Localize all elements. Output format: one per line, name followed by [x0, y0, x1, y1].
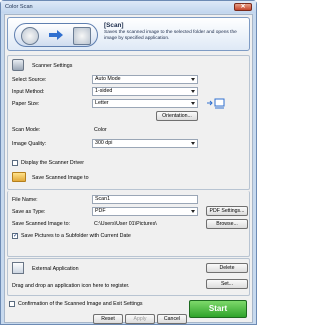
scan-header-panel: [Scan] Saves the scanned image to the se…: [7, 17, 250, 51]
paper-size-value: Letter: [95, 100, 109, 106]
folder-icon: [12, 172, 26, 182]
external-application-section: External Application Delete Drag and dro…: [7, 258, 250, 296]
set-button[interactable]: Set...: [206, 279, 248, 289]
header-description: Saves the scanned image to the selected …: [104, 30, 237, 41]
scanner-settings-icon: [12, 59, 24, 71]
display-driver-label: Display the Scanner Driver: [21, 160, 84, 166]
display-driver-checkbox[interactable]: [12, 160, 18, 166]
scan-flow-graphic: [14, 23, 98, 47]
header-title: [Scan]: [104, 22, 124, 29]
subfolder-date-label: Save Pictures to a Subfolder with Curren…: [21, 233, 131, 239]
dialog-body: [Scan] Saves the scanned image to the se…: [4, 14, 253, 324]
select-source-value: Auto Mode: [95, 76, 121, 82]
app-window-icon: [73, 27, 91, 45]
paper-size-dropdown[interactable]: Letter: [92, 99, 198, 108]
scanner-icon: [21, 27, 39, 45]
external-app-drop-zone[interactable]: Drag and drop an application icon here t…: [12, 283, 130, 289]
input-method-label: Input Method:: [12, 89, 45, 95]
chevron-down-icon: [191, 102, 195, 105]
subfolder-date-checkbox[interactable]: [12, 232, 18, 239]
external-app-heading: External Application: [32, 266, 79, 272]
delete-button[interactable]: Delete: [206, 263, 248, 273]
start-button[interactable]: Start: [189, 300, 247, 318]
cancel-button[interactable]: Cancel: [157, 314, 187, 324]
title-bar: Color Scan ✕: [1, 1, 256, 13]
close-button[interactable]: ✕: [234, 3, 252, 11]
chevron-down-icon: [191, 90, 195, 93]
save-as-type-label: Save as Type:: [12, 209, 46, 215]
external-app-icon: [12, 262, 24, 274]
scanner-settings-section: Scanner Settings Select Source: Auto Mod…: [7, 55, 250, 190]
select-source-dropdown[interactable]: Auto Mode: [92, 75, 198, 84]
save-to-label: Save Scanned Image to:: [12, 221, 71, 227]
file-name-input[interactable]: Scan1: [92, 195, 198, 204]
confirmation-label: Confirmation of the Scanned Image and Ex…: [18, 301, 143, 307]
scan-mode-value: Color: [94, 127, 107, 133]
paper-size-label: Paper Size:: [12, 101, 40, 107]
reset-button[interactable]: Reset: [93, 314, 123, 324]
save-as-type-dropdown[interactable]: PDF: [92, 207, 198, 216]
image-quality-dropdown[interactable]: 300 dpi: [92, 139, 198, 148]
input-method-dropdown[interactable]: 1-sided: [92, 87, 198, 96]
apply-button[interactable]: Apply: [125, 314, 155, 324]
save-settings-section: File Name: Scan1 Save as Type: PDF PDF S…: [7, 191, 250, 257]
orientation-button[interactable]: Orientation...: [156, 111, 198, 121]
image-quality-value: 300 dpi: [95, 140, 113, 146]
browse-button[interactable]: Browse...: [206, 219, 248, 229]
paper-orientation-icon: [207, 98, 225, 109]
arrow-right-icon: [49, 30, 63, 40]
save-section-heading: Save Scanned Image to: [32, 175, 89, 181]
scan-mode-label: Scan Mode:: [12, 127, 41, 133]
save-as-type-value: PDF: [95, 208, 106, 214]
confirmation-checkbox[interactable]: [9, 301, 15, 307]
select-source-label: Select Source:: [12, 77, 47, 83]
file-name-label: File Name:: [12, 197, 38, 203]
save-to-path: C:\Users\User 01\Pictures\: [94, 221, 157, 227]
chevron-down-icon: [191, 142, 195, 145]
color-scan-window: Color Scan ✕ [Scan] Saves the scanned im…: [0, 0, 257, 325]
pdf-settings-button[interactable]: PDF Settings...: [206, 206, 248, 216]
scanner-settings-heading: Scanner Settings: [32, 63, 73, 69]
chevron-down-icon: [191, 78, 195, 81]
window-title: Color Scan: [5, 4, 33, 10]
chevron-down-icon: [191, 210, 195, 213]
image-quality-label: Image Quality:: [12, 141, 47, 147]
input-method-value: 1-sided: [95, 88, 113, 94]
